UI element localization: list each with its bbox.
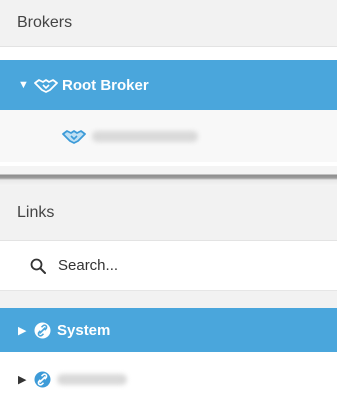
- expand-right-icon[interactable]: ▶: [18, 324, 34, 337]
- brokers-header-label: Brokers: [17, 14, 73, 31]
- handshake-icon: [34, 77, 58, 93]
- redacted-label: [92, 130, 198, 142]
- links-header: Links: [0, 186, 337, 241]
- tree-item-child-broker[interactable]: [0, 110, 337, 162]
- links-header-label: Links: [17, 204, 55, 221]
- resize-divider[interactable]: [0, 166, 337, 186]
- redacted-label: [57, 373, 127, 385]
- expand-right-icon[interactable]: ▶: [18, 373, 34, 386]
- search-input[interactable]: [58, 257, 298, 274]
- tree-item-root-broker[interactable]: ▼ Root Broker: [0, 60, 337, 110]
- expand-down-icon[interactable]: ▼: [18, 79, 34, 91]
- section-gap: [0, 291, 337, 308]
- tree-item-label: System: [57, 321, 111, 339]
- link-icon: [34, 371, 51, 388]
- tree-item-system[interactable]: ▶ System: [0, 308, 337, 352]
- link-icon: [34, 322, 51, 339]
- tree-item-label: Root Broker: [62, 76, 149, 94]
- handshake-icon: [62, 128, 86, 144]
- search-icon: [30, 258, 46, 274]
- tree-item-link[interactable]: ▶: [0, 364, 337, 394]
- search-bar: [0, 241, 337, 291]
- brokers-header: Brokers: [0, 0, 337, 47]
